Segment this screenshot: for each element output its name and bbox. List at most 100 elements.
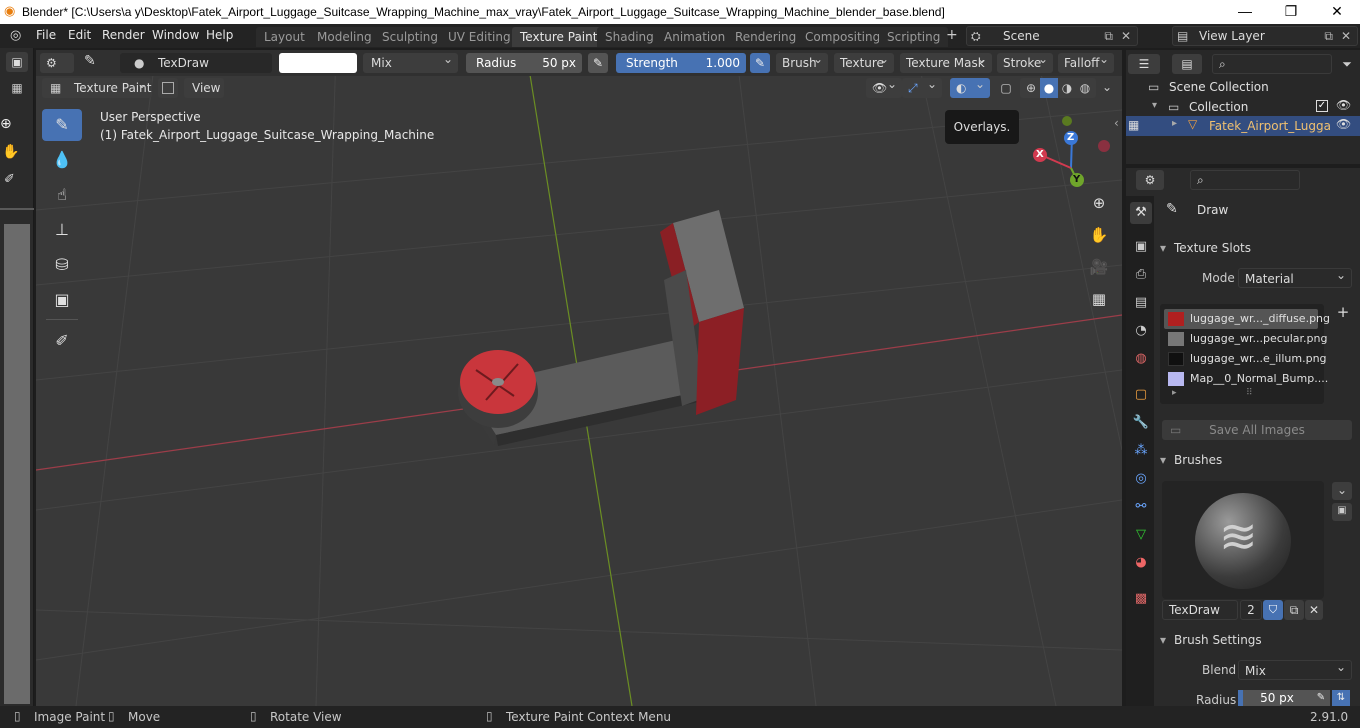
- overlays-dropdown[interactable]: ◐: [950, 74, 990, 98]
- menu-file[interactable]: File: [36, 28, 56, 42]
- new-view-layer-icon[interactable]: ⧉: [1324, 27, 1333, 45]
- filter-icon[interactable]: ⏷: [1338, 54, 1356, 74]
- clone-tool-button[interactable]: ⊥: [42, 214, 82, 246]
- brushes-panel-header[interactable]: Brushes: [1156, 449, 1358, 471]
- tool-tab-icon[interactable]: ⚒: [1130, 202, 1152, 224]
- outliner-editor-type-icon[interactable]: ☰: [1128, 54, 1160, 74]
- object-tab-icon[interactable]: ▢: [1130, 384, 1152, 406]
- collection-visibility-icon[interactable]: 👁: [1336, 98, 1351, 112]
- fill-tool-button[interactable]: ⛁: [42, 249, 82, 281]
- stroke-menu[interactable]: Stroke: [997, 49, 1053, 73]
- navigation-gizmo[interactable]: [1033, 116, 1110, 187]
- machine-model[interactable]: [458, 210, 744, 446]
- tab-texture-paint[interactable]: Texture Paint: [512, 27, 606, 47]
- brush-settings-panel-header[interactable]: Brush Settings: [1156, 629, 1358, 651]
- annotate-small-icon[interactable]: ✐: [4, 172, 26, 192]
- brush-blend-dropdown[interactable]: Mix: [1238, 657, 1352, 680]
- menu-edit[interactable]: Edit: [68, 28, 91, 42]
- save-all-images-button[interactable]: ▭ Save All Images: [1162, 420, 1352, 440]
- hand-pan-icon[interactable]: ✋: [2, 144, 24, 164]
- object-expand-icon[interactable]: ▸: [1172, 118, 1177, 129]
- tab-compositing[interactable]: Compositing: [797, 27, 889, 47]
- shading-options-chevron-icon[interactable]: ⌄: [1098, 78, 1116, 98]
- strength-slider[interactable]: Strength 1.000: [616, 53, 746, 73]
- visibility-dropdown[interactable]: 👁: [866, 74, 902, 98]
- particles-tab-icon[interactable]: ⁂: [1130, 440, 1152, 462]
- minimize-button[interactable]: —: [1222, 0, 1268, 24]
- new-scene-icon[interactable]: ⧉: [1104, 27, 1113, 45]
- texture-slot-item[interactable]: luggage_wr..._diffuse.png: [1164, 309, 1330, 329]
- collection-label[interactable]: Collection: [1189, 100, 1248, 114]
- slot-mode-dropdown[interactable]: Material: [1238, 265, 1352, 288]
- render-tab-icon[interactable]: ▣: [1130, 236, 1152, 258]
- camera-view-icon[interactable]: 🎥: [1088, 258, 1110, 280]
- pan-view-icon[interactable]: ✋: [1088, 226, 1110, 248]
- properties-search-input[interactable]: ⌕: [1190, 170, 1300, 190]
- view-layer-tab-icon[interactable]: ▤: [1130, 292, 1152, 314]
- maximize-button[interactable]: ❐: [1268, 0, 1314, 24]
- texture-mask-menu[interactable]: Texture Mask: [900, 49, 992, 73]
- brush-name-field[interactable]: ● TexDraw: [120, 53, 272, 73]
- view-menu[interactable]: View: [184, 78, 224, 98]
- scene-selector[interactable]: ⛭ Scene ⧉ ✕: [966, 26, 1138, 46]
- remove-scene-icon[interactable]: ✕: [1121, 27, 1131, 45]
- modifier-tab-icon[interactable]: 🔧: [1130, 412, 1152, 434]
- texture-slot-item[interactable]: luggage_wr...pecular.png: [1164, 329, 1328, 349]
- ortho-toggle-icon[interactable]: ▦: [1088, 290, 1110, 312]
- outliner-search-input[interactable]: ⌕: [1212, 54, 1332, 74]
- texture-slot-item[interactable]: Map__0_Normal_Bump....: [1164, 369, 1328, 389]
- brush-users-count[interactable]: 2: [1240, 600, 1262, 620]
- falloff-menu[interactable]: Falloff: [1058, 49, 1114, 73]
- brush-radius-unit-icon[interactable]: ⇅: [1332, 690, 1350, 706]
- brush-menu[interactable]: Brush: [776, 49, 828, 73]
- tab-layout[interactable]: Layout: [256, 27, 313, 47]
- mode-dropdown[interactable]: ▦ Texture Paint: [42, 74, 152, 98]
- tab-shading[interactable]: Shading: [597, 27, 662, 47]
- annotate-tool-button[interactable]: ✐: [42, 325, 82, 357]
- tab-rendering[interactable]: Rendering: [727, 27, 805, 47]
- collection-checkbox[interactable]: ✓: [1316, 100, 1328, 112]
- brush-preview[interactable]: ≋: [1162, 481, 1324, 599]
- 3d-viewport[interactable]: Z X Y User Perspective (1) Fatek_Airport…: [36, 50, 1122, 706]
- collection-expand-icon[interactable]: ▾: [1152, 100, 1157, 111]
- fake-user-shield-icon[interactable]: ⛉: [1263, 600, 1283, 620]
- add-slot-button[interactable]: +: [1334, 303, 1352, 323]
- close-button[interactable]: ✕: [1314, 0, 1360, 24]
- strength-pressure-icon[interactable]: ✎: [750, 53, 770, 73]
- menu-render[interactable]: Render: [102, 28, 145, 42]
- brush-color-swatch[interactable]: [279, 53, 357, 73]
- material-tab-icon[interactable]: ◕: [1130, 552, 1152, 574]
- menu-window[interactable]: Window: [152, 28, 199, 42]
- radius-slider[interactable]: Radius 50 px: [466, 53, 582, 73]
- solid-shading-icon[interactable]: ●: [1040, 78, 1058, 98]
- smear-tool-button[interactable]: ☝: [42, 179, 82, 211]
- menu-help[interactable]: Help: [206, 28, 233, 42]
- rendered-shading-icon[interactable]: ◍: [1076, 78, 1094, 98]
- physics-tab-icon[interactable]: ◎: [1130, 468, 1152, 490]
- slot-list-expand-icon[interactable]: ▸: [1172, 388, 1177, 398]
- zoom-view-icon[interactable]: ⊕: [1088, 194, 1110, 216]
- editor-type-button[interactable]: ⚙: [40, 53, 74, 73]
- zoom-icon[interactable]: ⊕: [0, 116, 22, 136]
- tab-scripting[interactable]: Scripting: [879, 27, 949, 47]
- outliner-object-row[interactable]: ▦ ▸ ▽ Fatek_Airport_Lugga 👁: [1126, 116, 1360, 136]
- gizmo-dropdown[interactable]: ⤢: [902, 74, 942, 98]
- texture-menu[interactable]: Texture: [834, 49, 894, 73]
- paint-mask-toggle[interactable]: [158, 78, 178, 98]
- add-workspace-button[interactable]: +: [946, 27, 958, 43]
- texture-tab-icon[interactable]: ▩: [1130, 588, 1152, 610]
- editor-type-icon[interactable]: ▣: [6, 52, 28, 72]
- view-layer-selector[interactable]: ▤ View Layer ⧉ ✕: [1172, 26, 1358, 46]
- blend-mode-dropdown[interactable]: Mix: [363, 49, 458, 73]
- slot-list-resize-handle[interactable]: ⠿: [1246, 388, 1253, 398]
- unlink-brush-icon[interactable]: ✕: [1305, 600, 1323, 620]
- brush-radius-slider[interactable]: 50 px: [1238, 690, 1316, 706]
- custom-icon-button[interactable]: ▣: [1332, 503, 1352, 521]
- scene-collection-label[interactable]: Scene Collection: [1169, 80, 1269, 94]
- tab-sculpting[interactable]: Sculpting: [374, 27, 447, 47]
- radius-pressure-icon[interactable]: ✎: [588, 53, 608, 73]
- texture-slot-item[interactable]: luggage_wr...e_illum.png: [1164, 349, 1327, 369]
- tab-uv-editing[interactable]: UV Editing: [440, 27, 519, 47]
- mask-tool-button[interactable]: ▣: [42, 284, 82, 316]
- sidebar-toggle-icon[interactable]: ‹: [1114, 116, 1119, 130]
